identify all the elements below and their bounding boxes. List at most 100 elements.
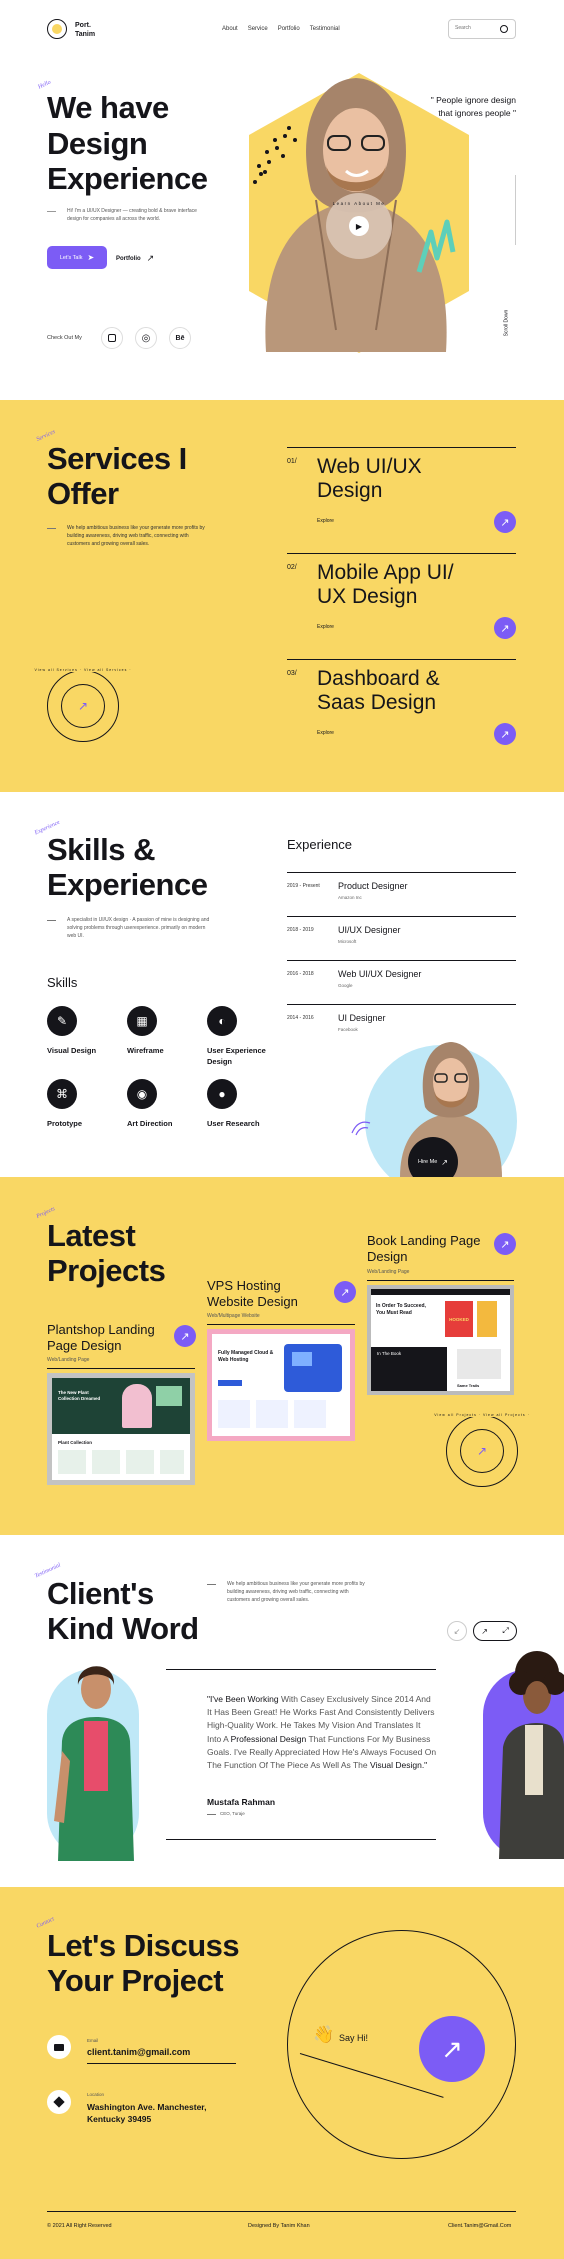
explore-link[interactable]: Explore <box>317 730 334 736</box>
prev-button[interactable]: ↙ <box>447 1621 467 1641</box>
book-project-thumbnail[interactable]: In Order To Succeed, You Must Read HOOKE… <box>367 1285 514 1395</box>
search-input[interactable] <box>455 25 495 31</box>
quote-top-line <box>166 1669 436 1670</box>
footer-copyright: © 2021 All Right Reserved <box>47 2223 112 2229</box>
next-client-portrait <box>499 1651 564 1859</box>
explore-link[interactable]: Explore <box>317 624 334 630</box>
testimonial-title: Client's Kind Word <box>47 1576 199 1646</box>
service-title: Dashboard & Saas Design <box>317 667 440 715</box>
hero-desc-dash <box>47 211 56 212</box>
author-dash <box>207 1814 216 1815</box>
skill-label: Visual Design <box>47 1046 97 1055</box>
arrow-up-right-icon: ↗ <box>500 516 510 529</box>
service-number: 02/ <box>287 564 297 571</box>
badge-ring-text: Learn About Me <box>332 201 386 206</box>
portfolio-link[interactable]: Portfolio ↗ <box>116 253 154 264</box>
project-category: Web/Landing Page <box>367 1269 410 1275</box>
user-icon: ● <box>207 1079 237 1109</box>
expand-icon: ⤢ <box>502 1626 509 1635</box>
project-divider <box>207 1324 355 1325</box>
projects-section: Projects Latest Projects Book Landing Pag… <box>0 1177 564 1535</box>
project-arrow-button[interactable]: ↗ <box>334 1281 356 1303</box>
hero-title: We have Design Experience <box>47 90 208 197</box>
arrow-up-right-icon: ↗ <box>340 1286 350 1299</box>
project-category: Web/Landing Page <box>47 1357 90 1363</box>
say-hi-label: Say Hi! <box>339 2033 369 2043</box>
service-title: Web UI/UX Design <box>317 455 422 503</box>
services-desc-dash <box>47 528 56 529</box>
check-out-label: Check Out My <box>47 335 82 341</box>
service-arrow-button[interactable]: ↗ <box>494 617 516 639</box>
main-nav: About Service Portfolio Testimonial <box>222 26 340 32</box>
project-title: VPS Hosting Website Design <box>207 1278 298 1309</box>
next-button-group[interactable]: ↗ ⤢ <box>473 1621 517 1641</box>
testimonial-desc-dash <box>207 1584 216 1585</box>
experience-date: 2014 - 2016 <box>287 1015 314 1021</box>
view-all-services-badge[interactable]: ↗ View all Services · View all Services … <box>32 668 134 742</box>
bulb-icon <box>52 24 62 34</box>
learn-about-badge[interactable]: Learn About Me ▶ <box>326 193 392 259</box>
service-arrow-button[interactable]: ↗ <box>494 511 516 533</box>
email-icon <box>47 2035 71 2059</box>
testimonial-quote: "I've Been Working With Casey Exclusivel… <box>207 1694 437 1770</box>
service-arrow-button[interactable]: ↗ <box>494 723 516 745</box>
ux-icon: ◐ <box>207 1006 237 1036</box>
project-title: Plantshop Landing Page Design <box>47 1322 155 1353</box>
email-underline <box>87 2063 236 2064</box>
behance-icon[interactable]: Bē <box>169 327 191 349</box>
lets-talk-button[interactable]: Let's Talk ➤ <box>47 246 107 269</box>
art-direction-icon: ◉ <box>127 1079 157 1109</box>
nav-service[interactable]: Service <box>248 26 268 32</box>
scroll-label: Scroll Down <box>503 309 510 337</box>
decor-arcs <box>351 1121 371 1136</box>
vps-project-thumbnail[interactable]: Fully Managed Cloud & Web Hosting <box>207 1329 355 1441</box>
project-arrow-button[interactable]: ↗ <box>174 1325 196 1347</box>
explore-link[interactable]: Explore <box>317 518 334 524</box>
experience-date: 2018 - 2019 <box>287 927 314 933</box>
nav-testimonial[interactable]: Testimonial <box>310 26 340 32</box>
contact-section: Contact Let's Discuss Your Project Email … <box>0 1887 564 2259</box>
mock-headline: Fully Managed Cloud & Web Hosting <box>218 1350 274 1363</box>
instagram-icon[interactable] <box>101 327 123 349</box>
arrow-up-right-icon: ↗ <box>500 622 510 635</box>
say-hi-button[interactable]: ↗ <box>419 2016 485 2082</box>
experience-divider <box>287 1004 516 1005</box>
decor-dots <box>253 126 297 184</box>
experience-date: 2019 - Present <box>287 883 320 889</box>
nav-about[interactable]: About <box>222 26 238 32</box>
mock-label-2: Same Trails <box>457 1383 480 1388</box>
services-section: Services Services I Offer We help ambitio… <box>0 400 564 792</box>
view-all-projects-badge[interactable]: ↗ View all Projects · View all Projects … <box>432 1413 532 1487</box>
experience-company: Facebook <box>338 1027 358 1032</box>
plantshop-project-thumbnail[interactable]: The New Plant Collection Dreamed Plant C… <box>47 1373 195 1485</box>
skills-desc-dash <box>47 920 56 921</box>
experience-date: 2016 - 2018 <box>287 971 314 977</box>
search-icon[interactable] <box>500 25 508 33</box>
hero-quote: " People ignore design that ignores peopl… <box>430 95 516 118</box>
play-icon: ▶ <box>349 216 369 236</box>
skill-label: Art Direction <box>127 1119 173 1128</box>
dribbble-icon[interactable]: ◎ <box>135 327 157 349</box>
experience-title: Product Designer <box>338 881 408 891</box>
mock-subheading: Plant Collection <box>58 1440 93 1445</box>
service-divider <box>287 447 516 448</box>
email-value[interactable]: client.tanim@gmail.com <box>87 2047 190 2057</box>
services-description: We help ambitious business like your gen… <box>67 525 205 547</box>
pen-tool-icon: ✎ <box>47 1006 77 1036</box>
nav-portfolio[interactable]: Portfolio <box>278 26 300 32</box>
decor-squiggle <box>416 219 456 273</box>
logo[interactable] <box>47 19 67 39</box>
location-label: Location <box>87 2092 105 2097</box>
location-icon <box>47 2090 71 2114</box>
badge-ring-text: View all Projects · View all Projects · <box>432 1413 532 1417</box>
experience-title: UI/UX Designer <box>338 925 401 935</box>
project-arrow-button[interactable]: ↗ <box>494 1233 516 1255</box>
quote-bottom-line <box>166 1839 436 1840</box>
testimonial-section: Testimonial Client's Kind Word We help am… <box>0 1535 564 1887</box>
wave-hand-icon: 👋 <box>313 2025 335 2044</box>
arrow-up-right-icon: ↗ <box>441 1157 448 1167</box>
footer-email[interactable]: Client.Tanim@Gmail.Com <box>448 2223 511 2229</box>
search-box[interactable] <box>448 19 516 39</box>
experience-divider <box>287 960 516 961</box>
mock-headline: In Order To Succeed, You Must Read <box>376 1303 426 1316</box>
